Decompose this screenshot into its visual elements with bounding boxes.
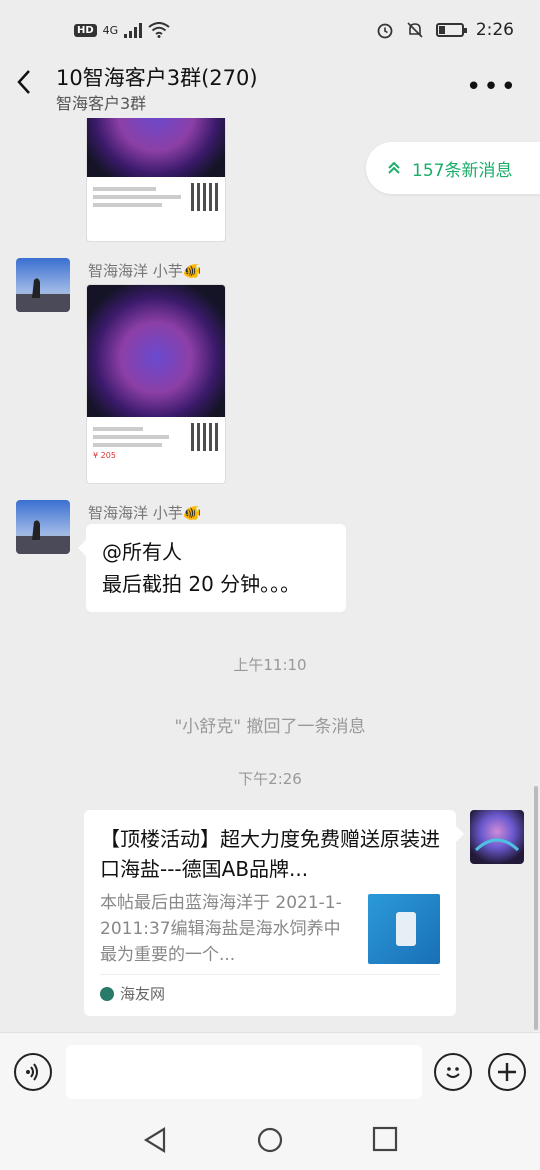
back-button[interactable] xyxy=(14,68,44,104)
avatar-image xyxy=(470,810,524,864)
hd-badge: HD xyxy=(74,23,97,37)
system-nav-bar xyxy=(0,1110,540,1170)
emoji-icon xyxy=(446,1067,460,1078)
chat-area[interactable]: 157条新消息 智海海洋 小芋🐠 ¥ 205 智海海洋 小芋🐠 @所有人 最后截… xyxy=(0,118,540,1032)
nav-home-button[interactable] xyxy=(256,1126,284,1158)
link-title: 【顶楼活动】超大力度免费赠送原装进口海盐---德国AB品牌... xyxy=(100,827,440,881)
status-bar: HD 4G 2:26 xyxy=(0,0,540,60)
clock: 2:26 xyxy=(475,20,514,40)
double-chevron-up-icon xyxy=(388,161,400,174)
plus-button[interactable] xyxy=(488,1053,526,1091)
status-left: HD 4G xyxy=(74,22,170,38)
message-line: 最后截拍 20 分钟。。。 xyxy=(102,572,301,596)
chat-header: 10智海客户3群(270) 智海客户3群 ••• xyxy=(0,60,540,118)
voice-icon xyxy=(26,1063,38,1081)
message-input[interactable] xyxy=(66,1045,422,1099)
link-share-card[interactable]: 【顶楼活动】超大力度免费赠送原装进口海盐---德国AB品牌... 本帖最后由蓝海… xyxy=(84,810,464,1016)
recall-notice: "小舒克" 撤回了一条消息 xyxy=(174,717,366,737)
sender-name: 智海海洋 小芋🐠 xyxy=(88,262,202,280)
battery-fill xyxy=(438,26,446,34)
source-logo-icon xyxy=(100,986,114,1001)
text-message-bubble[interactable]: @所有人 最后截拍 20 分钟。。。 xyxy=(78,524,346,612)
new-messages-label: 157条新消息 xyxy=(412,160,513,181)
voice-button[interactable] xyxy=(14,1053,52,1091)
link-source: 海友网 xyxy=(100,974,440,1004)
image-message-card[interactable] xyxy=(86,118,226,242)
avatar[interactable] xyxy=(16,258,70,312)
input-bar xyxy=(0,1032,540,1110)
avatar[interactable] xyxy=(16,500,70,554)
qr-code-icon xyxy=(191,423,219,451)
triangle-back-icon xyxy=(143,1127,166,1153)
link-description: 本帖最后由蓝海海洋于 2021-1-2011:37编辑海盐是海水饲养中最为重要的… xyxy=(100,893,342,965)
scrollbar[interactable] xyxy=(534,786,538,1030)
card-footer xyxy=(87,177,225,239)
battery-icon xyxy=(435,23,467,37)
mute-icon xyxy=(407,22,423,38)
qr-code-icon xyxy=(191,183,219,211)
chat-subtitle: 智海客户3群 xyxy=(56,94,147,113)
timestamp: 下午2:26 xyxy=(238,770,302,788)
alarm-icon xyxy=(377,23,393,39)
nav-back-button[interactable] xyxy=(142,1126,168,1158)
link-thumbnail xyxy=(368,894,440,964)
chat-title: 10智海客户3群(270) xyxy=(56,66,258,90)
square-recents-icon xyxy=(372,1126,398,1152)
more-horizontal-icon: ••• xyxy=(465,72,518,102)
network-label: 4G xyxy=(102,23,119,37)
status-right: 2:26 xyxy=(376,20,514,40)
coral-photo xyxy=(87,285,225,417)
new-messages-button[interactable]: 157条新消息 xyxy=(366,142,540,194)
circle-home-icon xyxy=(257,1127,283,1153)
card-footer: ¥ 205 xyxy=(87,417,225,479)
coral-photo xyxy=(87,118,225,177)
image-message-card[interactable]: ¥ 205 xyxy=(86,284,226,484)
message-line: @所有人 xyxy=(102,540,182,564)
sender-name: 智海海洋 小芋🐠 xyxy=(88,504,202,522)
timestamp: 上午11:10 xyxy=(233,656,307,674)
nav-recents-button[interactable] xyxy=(372,1126,398,1156)
chevron-left-icon xyxy=(17,70,30,94)
card-price: ¥ 205 xyxy=(93,451,116,460)
plus-icon xyxy=(498,1063,516,1081)
more-button[interactable]: ••• xyxy=(466,72,518,102)
signal-icon xyxy=(124,22,143,38)
wifi-icon xyxy=(148,22,170,38)
emoji-button[interactable] xyxy=(434,1053,472,1091)
my-avatar[interactable] xyxy=(470,810,524,864)
avatar-image xyxy=(16,500,70,554)
source-name: 海友网 xyxy=(120,985,166,1003)
avatar-image xyxy=(16,258,70,312)
